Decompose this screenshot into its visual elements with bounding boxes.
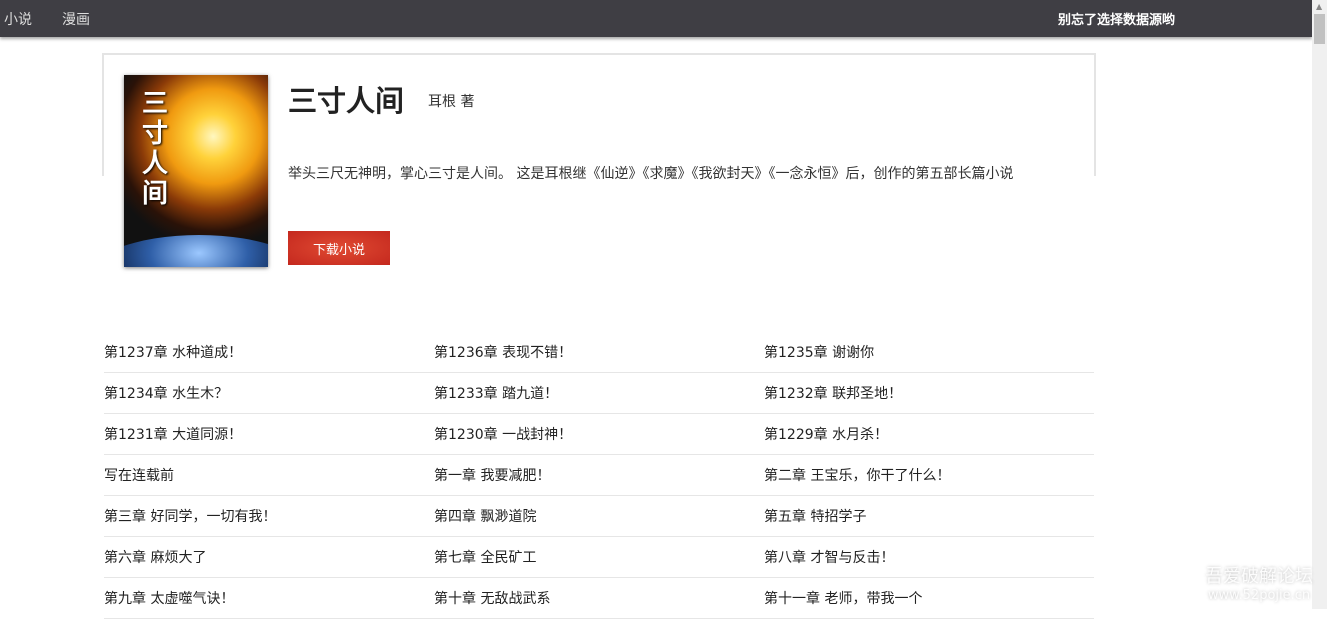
chapter-link[interactable]: 第三章 好同学，一切有我！	[104, 496, 434, 536]
chapter-link[interactable]: 第1237章 水种道成！	[104, 332, 434, 372]
scroll-up-icon[interactable]: ▲	[1316, 2, 1322, 11]
scroll-thumb[interactable]	[1314, 14, 1325, 44]
chapter-link[interactable]: 第1231章 大道同源！	[104, 414, 434, 454]
chapter-row: 写在连载前 第一章 我要减肥！ 第二章 王宝乐，你干了什么！	[104, 455, 1094, 496]
chapter-row: 第三章 好同学，一切有我！ 第四章 飘渺道院 第五章 特招学子	[104, 496, 1094, 537]
watermark-url: www.52pojie.cn	[1207, 588, 1311, 603]
chapter-link[interactable]: 第二章 王宝乐，你干了什么！	[764, 455, 1094, 495]
chapter-link[interactable]: 第七章 全民矿工	[434, 537, 764, 577]
chapter-list: 第1237章 水种道成！ 第1236章 表现不错！ 第1235章 谢谢你 第1234章…	[104, 332, 1094, 619]
chapter-row: 第1231章 大道同源！ 第1230章 一战封神！ 第1229章 水月杀！	[104, 414, 1094, 455]
chapter-row: 第六章 麻烦大了 第七章 全民矿工 第八章 才智与反击！	[104, 537, 1094, 578]
chapter-link[interactable]: 第四章 飘渺道院	[434, 496, 764, 536]
chapter-link[interactable]: 第十章 无敌战武系	[434, 578, 764, 618]
chapter-link[interactable]: 写在连载前	[104, 455, 434, 495]
download-button[interactable]: 下载小说	[288, 231, 390, 265]
chapter-link[interactable]: 第1229章 水月杀！	[764, 414, 1094, 454]
chapter-link[interactable]: 第八章 才智与反击！	[764, 537, 1094, 577]
book-cover: 三寸人间	[124, 75, 268, 267]
data-source-hint[interactable]: 别忘了选择数据源哟	[1058, 9, 1175, 28]
chapter-link[interactable]: 第六章 麻烦大了	[104, 537, 434, 577]
nav-novel[interactable]: 小说	[4, 9, 32, 29]
book-description: 举头三尺无神明，掌心三寸是人间。 这是耳根继《仙逆》《求魔》《我欲封天》《一念永…	[288, 166, 1014, 182]
scrollbar[interactable]: ▲	[1312, 0, 1327, 609]
chapter-link[interactable]: 第1234章 水生木？	[104, 373, 434, 413]
chapter-link[interactable]: 第一章 我要减肥！	[434, 455, 764, 495]
chapter-link[interactable]: 第1236章 表现不错！	[434, 332, 764, 372]
chapter-link[interactable]: 第五章 特招学子	[764, 496, 1094, 536]
chapter-link[interactable]: 第1230章 一战封神！	[434, 414, 764, 454]
cover-earth	[124, 235, 268, 267]
chapter-link[interactable]: 第1233章 踏九道！	[434, 373, 764, 413]
watermark-name: 吾爱破解论坛	[1205, 566, 1313, 587]
chapter-link[interactable]: 第1232章 联邦圣地！	[764, 373, 1094, 413]
chapter-row: 第1234章 水生木？ 第1233章 踏九道！ 第1232章 联邦圣地！	[104, 373, 1094, 414]
chapter-row: 第九章 太虚噬气诀！ 第十章 无敌战武系 第十一章 老师，带我一个	[104, 578, 1094, 619]
book-title: 三寸人间	[288, 84, 405, 118]
top-nav: 小说 漫画 别忘了选择数据源哟	[0, 0, 1312, 37]
cover-title: 三寸人间	[142, 89, 169, 209]
chapter-row: 第1237章 水种道成！ 第1236章 表现不错！ 第1235章 谢谢你	[104, 332, 1094, 373]
chapter-link[interactable]: 第十一章 老师，带我一个	[764, 578, 1094, 618]
book-author: 耳根 著	[428, 94, 475, 110]
chapter-link[interactable]: 第九章 太虚噬气诀！	[104, 578, 434, 618]
chapter-link[interactable]: 第1235章 谢谢你	[764, 332, 1094, 372]
watermark: 吾爱破解论坛 www.52pojie.cn	[1205, 562, 1313, 603]
nav-comic[interactable]: 漫画	[62, 9, 90, 29]
